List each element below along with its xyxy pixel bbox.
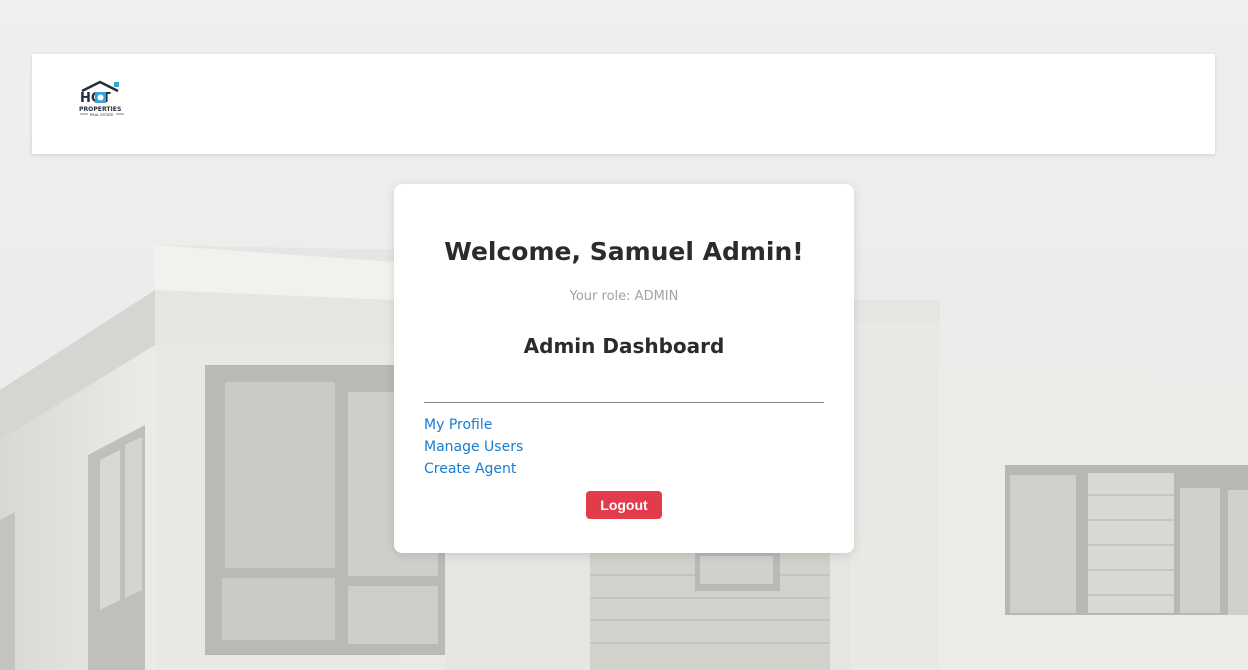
role-label: Your role: <box>569 289 635 304</box>
logout-container: Logout <box>424 491 824 519</box>
manage-users-link[interactable]: Manage Users <box>424 436 523 458</box>
hot-properties-logo[interactable]: HOT PROPERTIES REAL ESTATE <box>78 80 128 122</box>
svg-text:PROPERTIES: PROPERTIES <box>79 106 121 113</box>
dashboard-card: Welcome, Samuel Admin! Your role: ADMIN … <box>394 184 854 553</box>
svg-text:REAL ESTATE: REAL ESTATE <box>90 113 114 117</box>
create-agent-link[interactable]: Create Agent <box>424 458 516 480</box>
dashboard-links: My Profile Manage Users Create Agent <box>424 414 824 480</box>
dashboard-title: Admin Dashboard <box>523 334 725 358</box>
top-header: HOT PROPERTIES REAL ESTATE <box>32 54 1215 154</box>
role-value: ADMIN <box>634 289 679 304</box>
welcome-heading: Welcome, Samuel Admin! <box>444 237 804 266</box>
my-profile-link[interactable]: My Profile <box>424 414 492 436</box>
logout-button[interactable]: Logout <box>586 491 662 519</box>
divider <box>424 402 824 403</box>
page: HOT PROPERTIES REAL ESTATE Welcome, Samu… <box>0 0 1248 670</box>
role-text: Your role: ADMIN <box>424 289 824 305</box>
